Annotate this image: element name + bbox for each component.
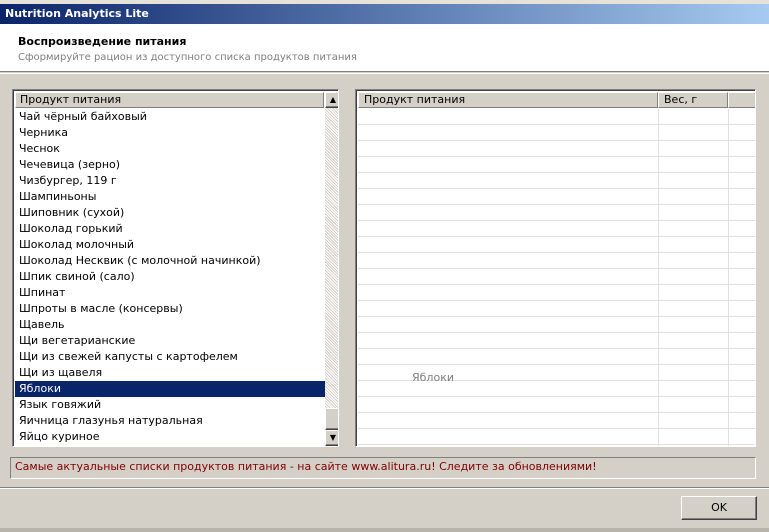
table-row[interactable] xyxy=(358,397,755,413)
food-list-items: Чай чёрный байховый Черника Чеснок Чечевица… xyxy=(15,109,325,445)
list-item[interactable]: Щавель xyxy=(15,317,325,333)
page-subtitle: Сформируйте рацион из доступного списка … xyxy=(18,52,357,63)
table-row[interactable] xyxy=(358,317,755,333)
table-row[interactable] xyxy=(358,157,755,173)
food-list-header[interactable]: Продукт питания xyxy=(15,92,324,108)
footer-divider-highlight xyxy=(0,488,769,489)
list-item[interactable]: Щи из свежей капусты с картофелем xyxy=(15,349,325,365)
scroll-track[interactable] xyxy=(325,108,338,408)
grid-col-divider xyxy=(728,109,729,446)
food-list[interactable]: Продукт питания Чай чёрный байховый Черни… xyxy=(12,89,339,447)
page-title: Воспроизведение питания xyxy=(18,35,187,48)
table-row[interactable] xyxy=(358,253,755,269)
list-item[interactable]: Чечевица (зерно) xyxy=(15,157,325,173)
list-item[interactable]: Яичница глазунья натуральная xyxy=(15,413,325,429)
page-header: Воспроизведение питания Сформируйте раци… xyxy=(0,24,769,72)
ration-col-empty[interactable] xyxy=(728,92,755,108)
table-row[interactable] xyxy=(358,125,755,141)
table-row[interactable] xyxy=(358,285,755,301)
list-item[interactable]: Чай чёрный байховый xyxy=(15,109,325,125)
table-row[interactable] xyxy=(358,237,755,253)
drag-ghost-label: Яблоки xyxy=(412,371,454,384)
food-list-scrollbar[interactable]: ▲ ▼ xyxy=(325,92,338,446)
table-row[interactable] xyxy=(358,205,755,221)
table-row[interactable] xyxy=(358,349,755,365)
scroll-down-button[interactable]: ▼ xyxy=(325,430,338,446)
header-divider xyxy=(0,73,769,74)
bottom-edge xyxy=(0,528,769,532)
arrow-down-icon: ▼ xyxy=(329,433,337,442)
table-row[interactable] xyxy=(358,333,755,349)
list-item[interactable]: Чизбургер, 119 г xyxy=(15,173,325,189)
list-item[interactable]: Язык говяжий xyxy=(15,397,325,413)
table-row[interactable] xyxy=(358,109,755,125)
table-row[interactable] xyxy=(358,173,755,189)
ration-col-product[interactable]: Продукт питания xyxy=(358,92,658,108)
list-item[interactable]: Черника xyxy=(15,125,325,141)
table-row[interactable] xyxy=(358,269,755,285)
ration-rows: Яблоки xyxy=(358,109,755,446)
list-item[interactable]: Чеснок xyxy=(15,141,325,157)
list-item[interactable]: Шпроты в масле (консервы) xyxy=(15,301,325,317)
list-item[interactable]: Щи из щавеля xyxy=(15,365,325,381)
list-item[interactable]: Шоколад молочный xyxy=(15,237,325,253)
list-item[interactable]: Шоколад Несквик (с молочной начинкой) xyxy=(15,253,325,269)
window-title: Nutrition Analytics Lite xyxy=(0,4,769,24)
info-banner: Самые актуальные списки продуктов питани… xyxy=(10,457,756,479)
list-item[interactable]: Яблоки xyxy=(15,381,325,397)
table-row[interactable] xyxy=(358,301,755,317)
ration-grid[interactable]: Продукт питания Вес, г Яблоки xyxy=(355,89,756,447)
list-item[interactable]: Шоколад горький xyxy=(15,221,325,237)
scroll-thumb[interactable] xyxy=(325,408,338,430)
grid-col-divider xyxy=(658,109,659,446)
list-item[interactable]: Шиповник (сухой) xyxy=(15,205,325,221)
arrow-up-icon: ▲ xyxy=(329,95,337,104)
list-item[interactable]: Шампиньоны xyxy=(15,189,325,205)
table-row[interactable] xyxy=(358,429,755,445)
list-item[interactable]: Шпинат xyxy=(15,285,325,301)
table-row[interactable] xyxy=(358,189,755,205)
table-row[interactable] xyxy=(358,221,755,237)
scroll-up-button[interactable]: ▲ xyxy=(325,92,338,108)
list-item[interactable]: Яйцо куриное xyxy=(15,429,325,445)
list-item[interactable]: Щи вегетарианские xyxy=(15,333,325,349)
table-row[interactable] xyxy=(358,413,755,429)
table-row[interactable] xyxy=(358,141,755,157)
ration-col-weight[interactable]: Вес, г xyxy=(658,92,728,108)
list-item[interactable]: Шпик свиной (сало) xyxy=(15,269,325,285)
ok-button[interactable]: OK xyxy=(681,496,757,520)
